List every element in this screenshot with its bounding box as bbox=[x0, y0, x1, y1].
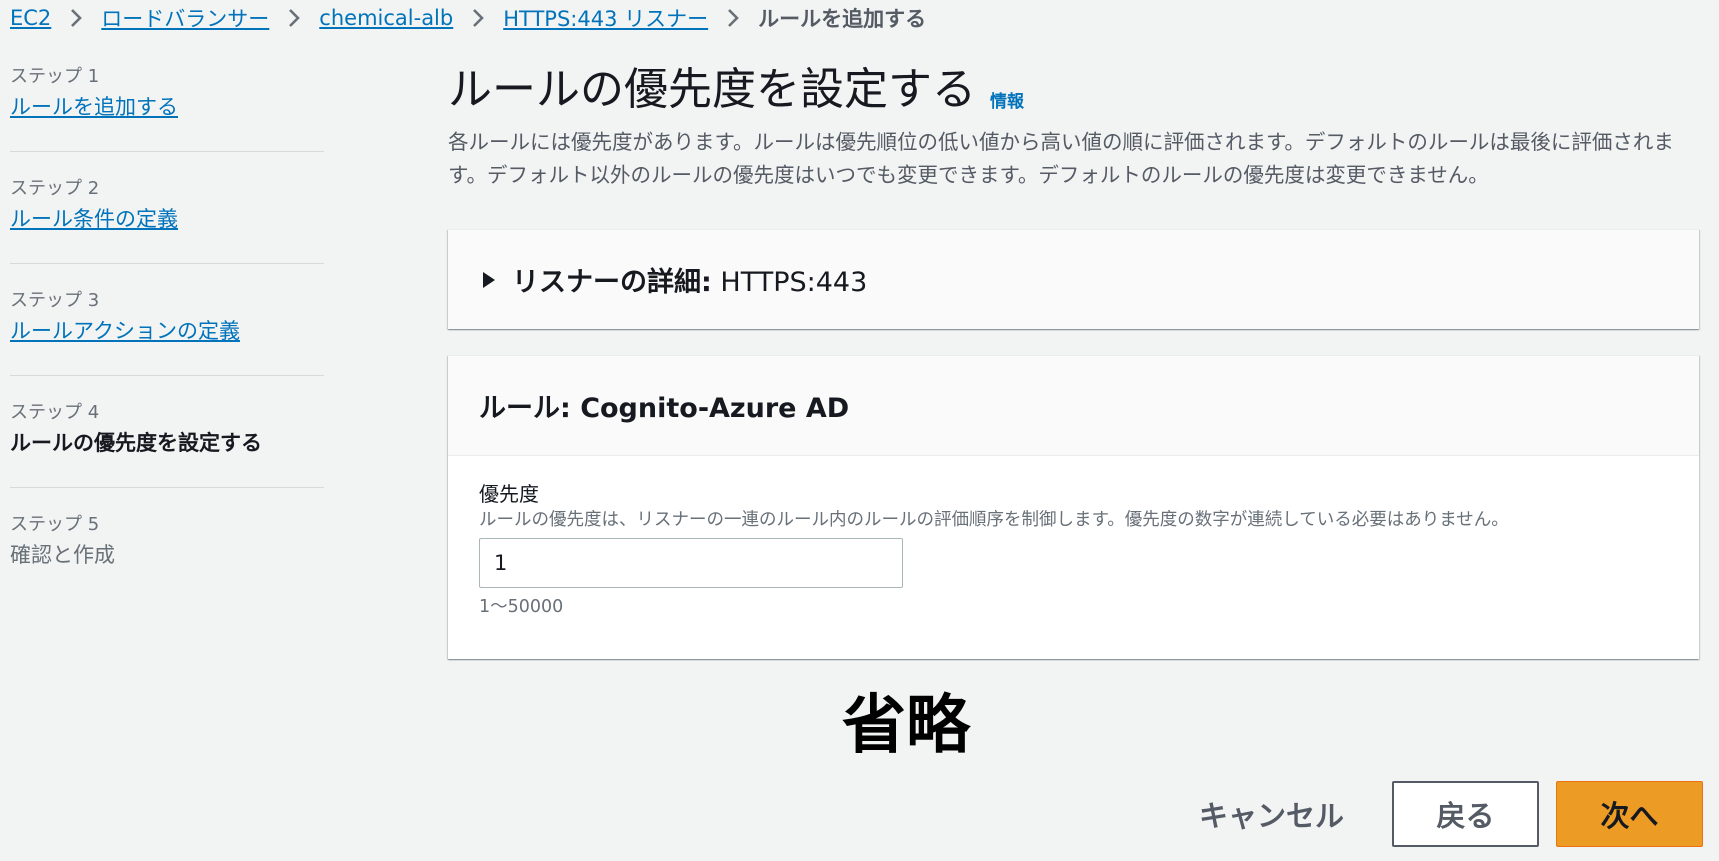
cancel-button[interactable]: キャンセル bbox=[1169, 793, 1374, 835]
page-header: ルールの優先度を設定する 情報 bbox=[448, 58, 1700, 122]
breadcrumb: EC2 ロードバランサー chemical-alb HTTPS:443 リスナー… bbox=[10, 2, 926, 34]
listener-details-label: リスナーの詳細: bbox=[512, 267, 712, 298]
step-link-add-rule[interactable]: ルールを追加する bbox=[10, 90, 324, 124]
wizard-step-2: ステップ 2 ルール条件の定義 bbox=[10, 172, 324, 264]
rule-panel: ルール: Cognito-Azure AD 優先度 ルールの優先度は、リスナーの… bbox=[448, 355, 1699, 659]
priority-description: ルールの優先度は、リスナーの一連のルール内のルールの評価順序を制御します。優先度… bbox=[479, 510, 1509, 530]
wizard-footer: キャンセル 戻る 次へ bbox=[1169, 781, 1703, 847]
info-link[interactable]: 情報 bbox=[990, 87, 1024, 112]
breadcrumb-ec2[interactable]: EC2 bbox=[10, 6, 51, 30]
wizard-step-1: ステップ 1 ルールを追加する bbox=[10, 60, 324, 152]
listener-details-heading: リスナーの詳細: HTTPS:443 bbox=[512, 260, 867, 299]
priority-input[interactable] bbox=[479, 538, 903, 588]
wizard-step-3: ステップ 3 ルールアクションの定義 bbox=[10, 284, 324, 376]
step-number: ステップ 4 bbox=[10, 402, 100, 423]
breadcrumb-listener[interactable]: HTTPS:443 リスナー bbox=[503, 3, 708, 33]
breadcrumb-load-balancer-name[interactable]: chemical-alb bbox=[319, 6, 453, 30]
step-number: ステップ 1 bbox=[10, 66, 100, 87]
chevron-right-icon bbox=[471, 7, 485, 29]
wizard-step-4: ステップ 4 ルールの優先度を設定する bbox=[10, 396, 324, 488]
listener-details-value: HTTPS:443 bbox=[720, 267, 868, 298]
rule-panel-body: 優先度 ルールの優先度は、リスナーの一連のルール内のルールの評価順序を制御します… bbox=[448, 456, 1699, 620]
step-number: ステップ 2 bbox=[10, 178, 100, 199]
back-button[interactable]: 戻る bbox=[1392, 781, 1539, 847]
step-current-set-priority: ルールの優先度を設定する bbox=[10, 431, 262, 455]
page-title: ルールの優先度を設定する bbox=[448, 64, 976, 115]
chevron-right-icon bbox=[287, 7, 301, 29]
omitted-annotation: 省略 bbox=[842, 689, 970, 763]
wizard-steps: ステップ 1 ルールを追加する ステップ 2 ルール条件の定義 ステップ 3 ル… bbox=[10, 60, 324, 620]
step-number: ステップ 3 bbox=[10, 290, 100, 311]
rule-title: ルール: Cognito-Azure AD bbox=[479, 393, 850, 424]
main-content: ルールの優先度を設定する 情報 各ルールには優先度があります。ルールは優先順位の… bbox=[448, 58, 1700, 659]
breadcrumb-current: ルールを追加する bbox=[758, 7, 927, 31]
step-link-define-conditions[interactable]: ルール条件の定義 bbox=[10, 202, 324, 236]
step-disabled-review: 確認と作成 bbox=[10, 543, 115, 567]
breadcrumb-load-balancers[interactable]: ロードバランサー bbox=[101, 3, 269, 33]
chevron-right-icon bbox=[69, 7, 83, 29]
wizard-step-5: ステップ 5 確認と作成 bbox=[10, 508, 324, 600]
page-description: 各ルールには優先度があります。ルールは優先順位の低い値から高い値の順に評価されま… bbox=[448, 130, 1674, 187]
rule-panel-header: ルール: Cognito-Azure AD bbox=[448, 356, 1699, 456]
step-link-define-actions[interactable]: ルールアクションの定義 bbox=[10, 314, 324, 348]
chevron-right-icon bbox=[726, 7, 740, 29]
priority-label: 優先度 bbox=[479, 482, 539, 506]
next-button[interactable]: 次へ bbox=[1556, 781, 1703, 847]
priority-constraint: 1〜50000 bbox=[479, 597, 564, 617]
caret-right-icon[interactable] bbox=[480, 271, 498, 289]
listener-details-panel[interactable]: リスナーの詳細: HTTPS:443 bbox=[448, 229, 1699, 329]
step-number: ステップ 5 bbox=[10, 514, 100, 535]
